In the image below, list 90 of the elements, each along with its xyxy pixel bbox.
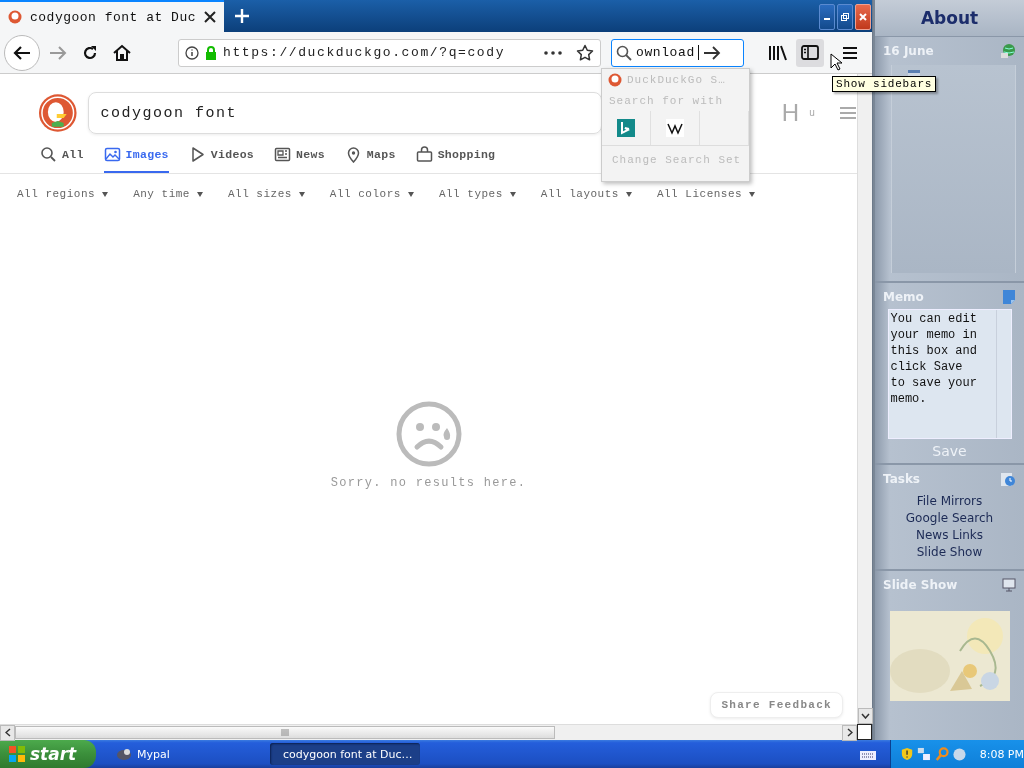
circle-icon[interactable] <box>952 746 966 762</box>
task-link[interactable]: Slide Show <box>916 544 983 561</box>
bag-icon[interactable] <box>415 146 433 163</box>
forward-arrow-icon[interactable] <box>49 44 67 61</box>
scroll-left-button[interactable] <box>0 724 15 741</box>
caret-icon[interactable] <box>298 192 305 197</box>
feedback-button[interactable]: Share Feedback <box>710 692 843 718</box>
sidebars-button[interactable] <box>796 38 824 67</box>
sidebar-title: About <box>875 0 1024 37</box>
restore-icon[interactable] <box>841 13 849 21</box>
memo-field[interactable]: You can edit your memo in this box and click Save to save your memo. <box>887 309 1012 439</box>
nav-tab[interactable]: News <box>274 146 325 173</box>
no-results-message: Sorry. no results here. <box>330 476 527 490</box>
plus-icon[interactable] <box>234 8 250 24</box>
more-icon[interactable] <box>544 50 562 55</box>
nav-tab[interactable]: All <box>40 146 84 173</box>
task-link[interactable]: File Mirrors <box>916 493 983 510</box>
home-icon[interactable] <box>113 44 131 61</box>
search-icon[interactable] <box>40 146 57 163</box>
caret-icon[interactable] <box>749 192 756 197</box>
filter-dropdown[interactable]: All colors <box>329 188 401 200</box>
keyboard-icon[interactable] <box>860 748 876 760</box>
sad-face-icon <box>394 400 463 468</box>
info-icon[interactable] <box>185 45 199 60</box>
chevron-down-icon[interactable] <box>861 713 870 719</box>
chevron-left-icon[interactable] <box>4 728 11 737</box>
back-arrow-icon[interactable] <box>13 44 31 61</box>
taskbar-window[interactable]: codygoon font at Duc… <box>270 743 420 765</box>
shield-icon[interactable] <box>901 746 914 762</box>
filter-dropdown[interactable]: All types <box>438 188 503 200</box>
minimize-button[interactable] <box>819 4 835 30</box>
chevron-right-icon[interactable] <box>846 728 853 737</box>
image-icon[interactable] <box>103 146 121 163</box>
sidebar-icon[interactable] <box>801 45 819 60</box>
search-icon <box>616 44 632 61</box>
bing-icon[interactable] <box>617 119 635 137</box>
app-icon[interactable] <box>116 747 132 761</box>
panel-title: Memo <box>883 290 924 304</box>
search-field[interactable]: ownload <box>611 38 744 67</box>
library-icon[interactable] <box>768 44 788 61</box>
filter-dropdown[interactable]: All regions <box>17 188 96 200</box>
caret-icon[interactable] <box>625 192 632 197</box>
taskbar-window[interactable]: Mypal <box>108 743 258 765</box>
filter-dropdown[interactable]: All layouts <box>540 188 619 200</box>
globe-icon[interactable] <box>1000 43 1016 59</box>
close-button[interactable] <box>855 4 871 30</box>
tooltip: Show sidebars <box>832 76 937 92</box>
filter-dropdown[interactable]: All Licenses <box>656 188 743 200</box>
windows-logo-icon <box>8 745 26 763</box>
go-arrow-icon[interactable] <box>702 45 721 60</box>
caret-icon[interactable] <box>196 192 203 197</box>
start-button[interactable]: start <box>0 740 96 768</box>
network-icon[interactable] <box>917 746 931 762</box>
clock: 8:08 PM <box>979 747 1024 761</box>
nav-tab[interactable]: Maps <box>344 146 396 173</box>
monitor-icon[interactable] <box>1002 578 1016 592</box>
nav-tab[interactable]: Images <box>103 146 169 173</box>
scroll-thumb[interactable] <box>15 726 555 739</box>
horizontal-scrollbar[interactable] <box>0 724 857 740</box>
clock-icon[interactable] <box>1000 471 1016 487</box>
task-link[interactable]: News Links <box>915 527 984 544</box>
nav-tab[interactable]: Videos <box>188 146 255 173</box>
back-button[interactable] <box>4 34 40 71</box>
cursor-icon <box>830 53 842 71</box>
news-icon[interactable] <box>274 146 292 163</box>
task-link[interactable]: Google Search <box>905 510 994 527</box>
header-text: u <box>809 107 815 119</box>
caret-icon[interactable] <box>102 192 109 197</box>
address-bar[interactable]: https://duckduckgo.com/?q=cody <box>178 38 601 67</box>
wikipedia-icon[interactable] <box>666 119 684 137</box>
caret-icon[interactable] <box>509 192 516 197</box>
grip-icon[interactable] <box>281 729 289 736</box>
browser-tab[interactable]: codygoon font at Duc <box>0 0 224 32</box>
caret-icon[interactable] <box>407 192 414 197</box>
restore-button[interactable] <box>837 4 853 30</box>
reload-icon[interactable] <box>82 44 98 61</box>
date-label: 16 June <box>883 44 934 58</box>
close-icon[interactable] <box>204 11 216 23</box>
scroll-right-button[interactable] <box>842 724 857 741</box>
duck-logo-icon[interactable] <box>38 93 78 133</box>
scroll-down-button[interactable] <box>858 708 873 724</box>
header-text: H <box>781 99 799 127</box>
filter-dropdown[interactable]: Any time <box>133 188 190 200</box>
menu-icon[interactable] <box>842 45 858 60</box>
panel-title: Tasks <box>883 472 920 486</box>
filter-dropdown[interactable]: All sizes <box>227 188 292 200</box>
star-icon[interactable] <box>576 43 594 62</box>
panel-title: Slide Show <box>883 578 958 592</box>
lock-icon[interactable] <box>205 45 217 60</box>
nav-tab[interactable]: Shopping <box>415 146 496 173</box>
